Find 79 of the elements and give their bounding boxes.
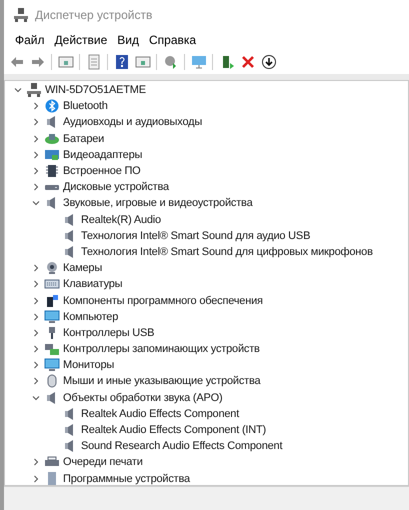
expand-chevron-icon[interactable] [32, 134, 40, 143]
speaker-icon [64, 244, 76, 259]
tree-item-label[interactable]: Программные устройства [61, 470, 192, 485]
tree-item-label[interactable]: Камеры [61, 260, 104, 276]
remove-icon [240, 54, 256, 70]
tree-item-label[interactable]: Дисковые устройства [61, 179, 171, 196]
collapse-chevron-icon[interactable] [14, 86, 22, 94]
device-manager-icon [14, 8, 28, 22]
tree-item-label[interactable]: Мыши и иные указывающие устройства [61, 373, 262, 390]
tree-item-label[interactable]: Bluetooth [61, 98, 110, 114]
expand-chevron-icon[interactable] [32, 328, 40, 337]
scan-hardware-icon [190, 54, 206, 70]
keyboard-icon [44, 277, 60, 292]
battery-icon [44, 132, 60, 146]
expand-chevron-icon[interactable] [32, 150, 40, 159]
tree-item-label[interactable]: Очереди печати [61, 454, 145, 470]
tree-item-label[interactable]: Компоненты программного обеспечения [61, 292, 265, 309]
display-adapter-icon [44, 148, 60, 162]
expand-chevron-icon[interactable] [32, 102, 40, 110]
tree-item-label[interactable]: Realtek Audio Effects Component [79, 406, 242, 422]
help-icon [114, 54, 130, 70]
menu-item[interactable]: Файл [12, 31, 48, 49]
speaker-icon [46, 196, 58, 210]
speaker-icon [64, 439, 76, 454]
tree-item-label[interactable]: Технология Intel® Smart Sound для аудио USB [79, 228, 312, 244]
properties-icon [86, 54, 102, 70]
collapse-chevron-icon[interactable] [32, 394, 40, 402]
software-component-icon [44, 294, 60, 308]
tree-item-label[interactable]: Sound Research Audio Effects Component [79, 438, 284, 454]
download-icon [260, 54, 276, 70]
monitor-icon [44, 310, 60, 324]
storage-controller-icon [44, 342, 60, 356]
menu-item[interactable]: Действие [52, 31, 110, 49]
speaker-icon [64, 406, 76, 421]
menu-item[interactable]: Справка [146, 31, 200, 49]
update-driver-icon [162, 54, 178, 70]
expand-chevron-icon[interactable] [32, 296, 40, 305]
bluetooth-icon [44, 99, 60, 114]
expand-chevron-icon[interactable] [32, 377, 40, 386]
speaker-icon [46, 115, 58, 130]
speaker-icon [64, 423, 76, 438]
console-tree-icon [58, 54, 74, 70]
tree-item-label[interactable]: Realtek Audio Effects Component (INT) [79, 422, 268, 438]
tree-item-label[interactable]: Объекты обработки звука (APO) [61, 390, 224, 406]
tree-item-label[interactable]: Технология Intel® Smart Sound для цифровых микрофонов [79, 244, 375, 260]
window-title: Диспетчер устройств [35, 7, 152, 24]
expand-chevron-icon[interactable] [32, 167, 40, 176]
monitor-icon [44, 358, 60, 372]
tree-item-label[interactable]: Контроллеры USB [61, 324, 156, 341]
expand-chevron-icon[interactable] [32, 345, 40, 354]
expand-chevron-icon[interactable] [32, 183, 40, 192]
expand-chevron-icon[interactable] [32, 458, 40, 466]
tree-item-label[interactable]: Клавиатуры [61, 276, 124, 292]
tree-item-label[interactable]: WIN-5D7O51AETME [43, 82, 148, 98]
expand-chevron-icon[interactable] [32, 118, 40, 126]
forward-icon [30, 54, 46, 70]
tree-item-label[interactable]: Встроенное ПО [61, 163, 143, 180]
speaker-icon [64, 228, 76, 243]
speaker-icon [64, 212, 76, 227]
action-pane-icon [134, 54, 150, 70]
camera-icon [44, 261, 60, 276]
collapse-chevron-icon[interactable] [32, 199, 40, 208]
tree-item-label[interactable]: Контроллеры запоминающих устройств [61, 341, 262, 358]
tree-item-label[interactable]: Аудиовходы и аудиовыходы [61, 114, 204, 130]
expand-chevron-icon[interactable] [32, 264, 40, 272]
tree-item-label[interactable]: Realtek(R) Audio [79, 212, 163, 228]
computer-icon [27, 83, 41, 98]
speaker-icon [46, 390, 58, 405]
tree-item-label[interactable]: Звуковые, игровые и видеоустройства [61, 195, 254, 212]
expand-chevron-icon[interactable] [32, 474, 40, 483]
tree-item-label[interactable]: Мониторы [61, 357, 116, 374]
menu-item[interactable]: Вид [114, 31, 142, 49]
expand-chevron-icon[interactable] [32, 280, 40, 288]
chip-icon [44, 164, 60, 178]
expand-chevron-icon[interactable] [32, 312, 40, 321]
expand-chevron-icon[interactable] [32, 361, 40, 370]
tree-item-label[interactable]: Видеоадаптеры [61, 146, 144, 163]
tree-item-label[interactable]: Батареи [61, 130, 106, 147]
tree-item-label[interactable]: Компьютер [61, 308, 120, 325]
